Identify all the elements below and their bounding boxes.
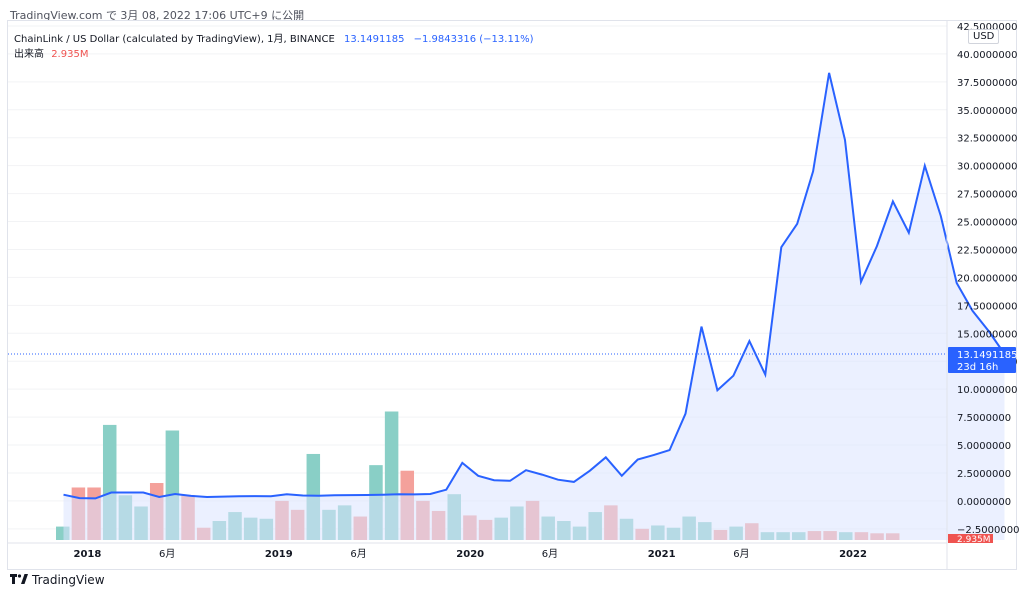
last-price-value: 13.1491185 <box>957 350 1017 361</box>
tradingview-logo-text: TradingView <box>32 573 105 587</box>
last-price-badge: 13.149118523d 16h <box>948 346 1017 373</box>
time-tick-label: 2018 <box>74 549 102 560</box>
volume-value: 2.935M <box>51 49 89 60</box>
volume-badge: 2.935M <box>948 534 993 545</box>
bar-countdown: 23d 16h <box>957 362 998 373</box>
price-tick-label: 10.0000000 <box>957 385 1017 396</box>
price-tick-label: 40.0000000 <box>957 50 1017 61</box>
currency-button[interactable]: USD <box>968 29 1000 44</box>
price-tick-label: 2.5000000 <box>957 469 1011 480</box>
price-tick-label: 37.5000000 <box>957 78 1017 89</box>
price-chart[interactable]: −2.50000000.00000002.50000005.00000007.5… <box>0 0 1024 596</box>
price-tick-label: 15.0000000 <box>957 329 1017 340</box>
price-tick-label: 0.0000000 <box>957 497 1011 508</box>
time-tick-label: 2019 <box>265 549 293 560</box>
time-tick-label: 6月 <box>159 548 175 560</box>
time-tick-label: 6月 <box>350 548 366 560</box>
time-tick-label: 2022 <box>839 549 867 560</box>
symbol-legend[interactable]: ChainLink / US Dollar (calculated by Tra… <box>14 30 534 45</box>
volume-label: 出来高 <box>14 49 44 60</box>
tradingview-logo-icon <box>10 573 28 587</box>
price-tick-label: 22.5000000 <box>957 245 1017 256</box>
price-tick-label: 20.0000000 <box>957 273 1017 284</box>
symbol-name: ChainLink / US Dollar (calculated by Tra… <box>14 34 335 45</box>
price-tick-label: 32.5000000 <box>957 134 1017 145</box>
price-area-fill <box>63 72 1005 541</box>
time-tick-label: 2020 <box>456 549 484 560</box>
volume-legend[interactable]: 出来高 2.935M <box>14 45 88 60</box>
price-tick-label: 5.0000000 <box>957 441 1011 452</box>
price-tick-label: 17.5000000 <box>957 301 1017 312</box>
legend-price: 13.1491185 <box>344 34 405 45</box>
time-tick-label: 6月 <box>733 548 749 560</box>
legend-change: −1.9843316 (−13.11%) <box>413 34 534 45</box>
tradingview-logo[interactable]: TradingView <box>10 573 105 587</box>
price-tick-label: 30.0000000 <box>957 162 1017 173</box>
price-tick-label: 25.0000000 <box>957 218 1017 229</box>
price-tick-label: 27.5000000 <box>957 190 1017 201</box>
price-tick-label: 35.0000000 <box>957 106 1017 117</box>
time-tick-label: 2021 <box>648 549 676 560</box>
price-tick-label: 7.5000000 <box>957 413 1011 424</box>
time-tick-label: 6月 <box>542 548 558 560</box>
volume-badge-value: 2.935M <box>957 535 991 545</box>
